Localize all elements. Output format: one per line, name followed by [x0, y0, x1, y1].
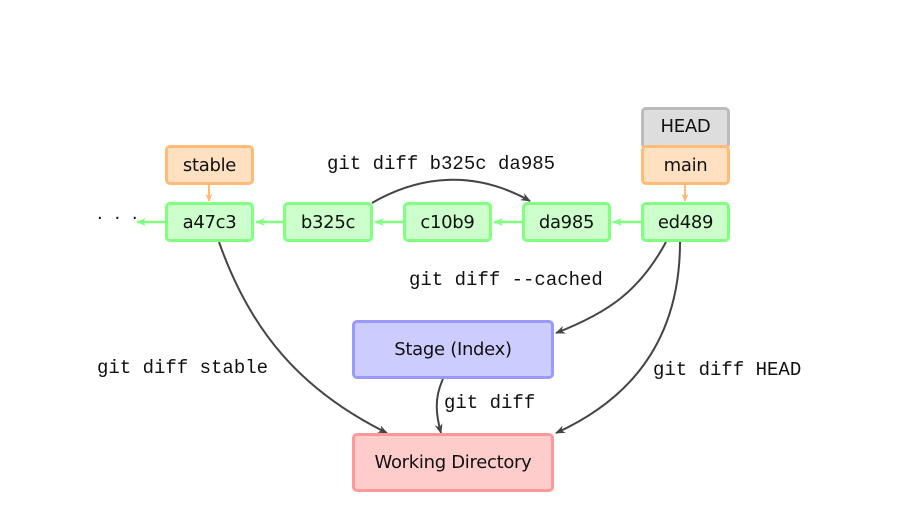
commit-node-ed489: ed489: [641, 202, 730, 242]
commit-node-b325c: b325c: [283, 202, 373, 242]
label-diff-cached: git diff --cached: [409, 269, 603, 291]
commit-node-a47c3: a47c3: [165, 202, 254, 242]
label-diff: git diff: [444, 392, 536, 414]
arrow-diff-working: [434, 378, 444, 434]
arrow-diff-commits: [371, 178, 531, 204]
branch-label-stable: stable: [165, 145, 254, 185]
label-diff-head: git diff HEAD: [653, 359, 802, 381]
head-label: HEAD: [641, 107, 730, 149]
label-diff-commits: git diff b325c da985: [327, 153, 556, 175]
history-ellipsis: · · ·: [97, 208, 141, 229]
commit-node-c10b9: c10b9: [403, 202, 492, 242]
label-diff-stable: git diff stable: [97, 357, 269, 379]
branch-label-main: main: [641, 145, 730, 185]
commit-node-da985: da985: [522, 202, 611, 242]
stage-index-node: Stage (Index): [352, 320, 554, 379]
working-directory-node: Working Directory: [352, 433, 554, 492]
